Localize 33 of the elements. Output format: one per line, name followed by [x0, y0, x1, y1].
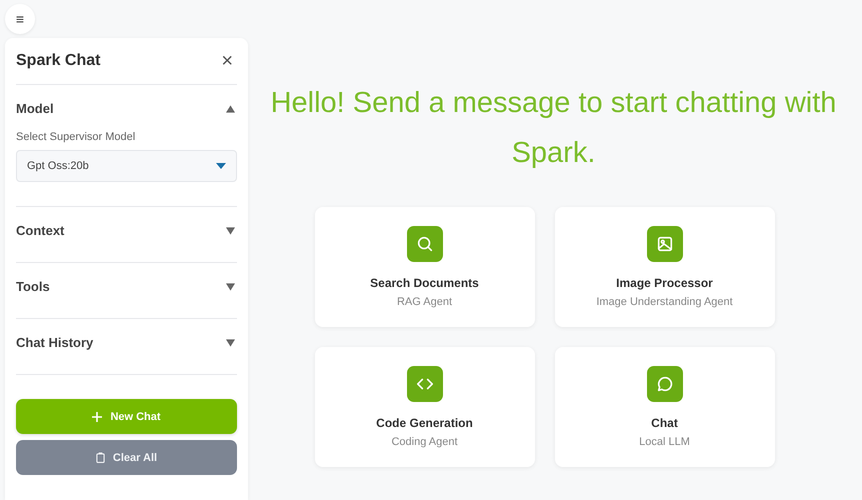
section-header[interactable]: Model	[16, 101, 54, 116]
card-title: Chat	[651, 416, 678, 430]
agent-card[interactable]: Search Documents RAG Agent	[314, 207, 534, 327]
card-subtitle: Coding Agent	[391, 436, 458, 448]
section-header[interactable]: Tools	[16, 279, 50, 294]
code-icon	[406, 366, 442, 402]
card-subtitle: RAG Agent	[396, 296, 452, 308]
collapse-caret-icon[interactable]	[226, 104, 235, 112]
agent-card[interactable]: Code Generation Coding Agent	[314, 347, 534, 467]
search-icon	[406, 226, 442, 262]
card-subtitle: Image Understanding Agent	[596, 296, 733, 308]
dropdown-caret-icon[interactable]	[216, 163, 226, 169]
expand-caret-icon[interactable]	[226, 226, 235, 234]
card-subtitle: Local LLM	[639, 436, 690, 448]
trash-icon	[96, 452, 105, 463]
field-label: Select Supervisor Model	[16, 131, 136, 143]
card-title: Search Documents	[370, 276, 479, 290]
close-button[interactable]: ×	[217, 50, 237, 72]
card-title: Image Processor	[616, 276, 713, 290]
model-select[interactable]: Gpt Oss:20b	[16, 150, 237, 182]
greeting-heading: Hello! Send a message to start chatting with Spark.	[270, 86, 838, 171]
image-icon	[646, 226, 682, 262]
agent-card[interactable]: Chat Local LLM	[554, 347, 774, 467]
expand-caret-icon[interactable]	[226, 282, 235, 290]
menu-button[interactable]: ≡	[5, 4, 35, 34]
sidebar-title: Spark Chat	[16, 52, 100, 70]
agent-card[interactable]: Image Processor Image Understanding Agent	[554, 207, 774, 327]
section-header[interactable]: Chat History	[16, 335, 94, 350]
chat-bubble-icon	[646, 366, 682, 402]
expand-caret-icon[interactable]	[226, 338, 235, 346]
card-title: Code Generation	[376, 416, 473, 430]
section-header[interactable]: Context	[16, 223, 64, 238]
plus-icon	[92, 412, 102, 422]
